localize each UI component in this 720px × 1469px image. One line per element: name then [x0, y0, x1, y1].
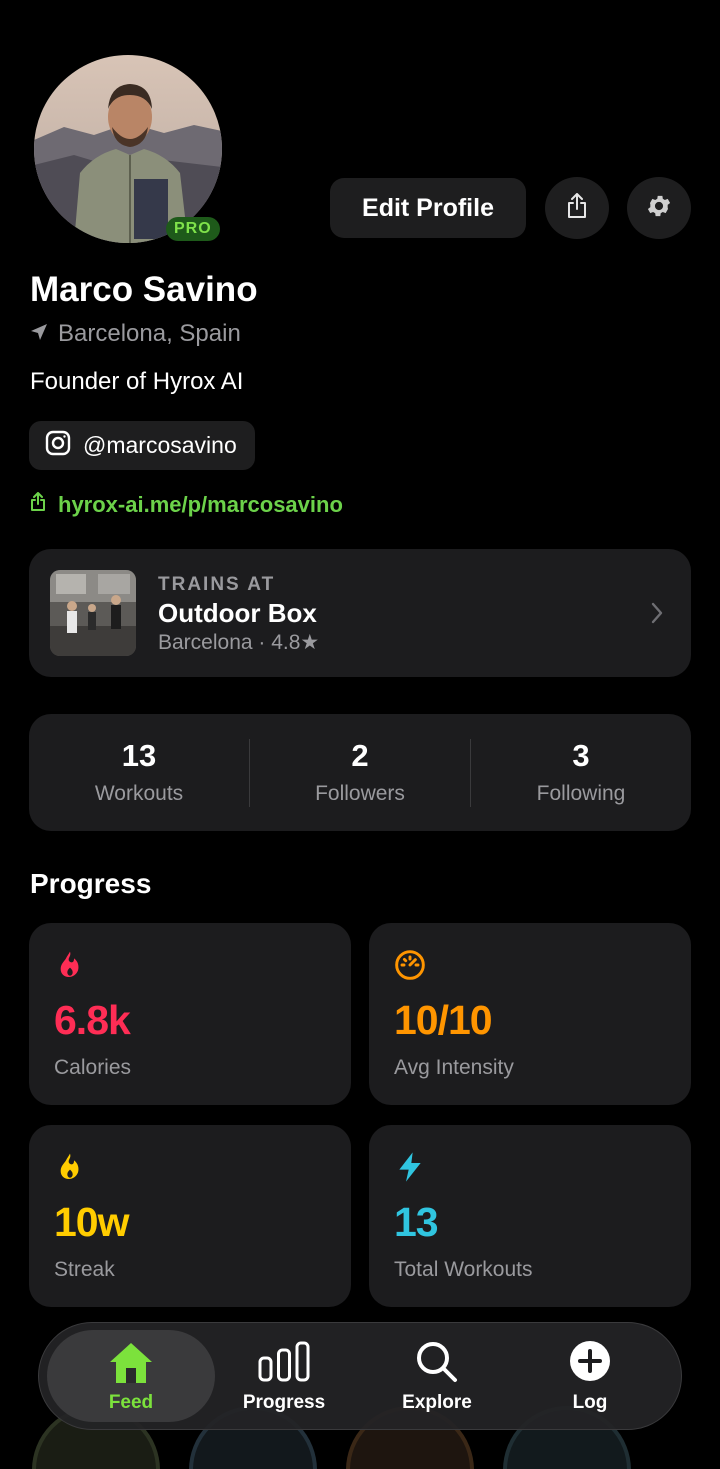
stats-card: 13 Workouts 2 Followers 3 Following: [29, 714, 691, 831]
tab-label: Progress: [242, 1392, 326, 1413]
tab-progress[interactable]: Progress: [209, 1323, 359, 1431]
metric-card-intensity[interactable]: 10/10 Avg Intensity: [369, 923, 691, 1105]
settings-button[interactable]: [627, 177, 691, 239]
metric-label: Calories: [54, 1056, 132, 1079]
metric-value: 10/10: [394, 997, 493, 1043]
gym-name: Outdoor Box: [158, 598, 317, 628]
location-arrow-icon: [30, 320, 48, 348]
metric-value: 10w: [54, 1199, 129, 1245]
gym-kicker: TRAINS AT: [158, 574, 276, 595]
profile-bio: Founder of Hyrox AI: [30, 368, 244, 395]
stat-label: Workouts: [94, 782, 184, 805]
metric-value: 13: [394, 1199, 439, 1245]
progress-section-title: Progress: [30, 868, 152, 899]
instagram-handle-button[interactable]: @marcosavino: [29, 421, 255, 470]
bar-chart-icon: [257, 1340, 311, 1387]
share-link-icon: [30, 492, 46, 518]
profile-avatar[interactable]: [34, 55, 222, 243]
bolt-icon: [394, 1151, 426, 1183]
home-icon: [107, 1340, 155, 1391]
tab-log[interactable]: Log: [515, 1323, 665, 1431]
flame-icon: [54, 1151, 86, 1183]
metric-card-streak[interactable]: 10w Streak: [29, 1125, 351, 1307]
instagram-handle: @marcosavino: [83, 432, 237, 458]
location-text: Barcelona, Spain: [58, 320, 241, 347]
bottom-tab-bar: Feed Progress Explore Log: [38, 1322, 682, 1430]
stat-workouts[interactable]: 13 Workouts: [29, 714, 249, 831]
speedometer-icon: [394, 949, 426, 981]
gym-thumbnail: [50, 570, 136, 656]
profile-link-text: hyrox-ai.me/p/marcosavino: [58, 492, 343, 517]
pro-badge: PRO: [166, 217, 220, 241]
metric-card-total-workouts[interactable]: 13 Total Workouts: [369, 1125, 691, 1307]
profile-link[interactable]: hyrox-ai.me/p/marcosavino: [30, 492, 343, 518]
stat-value: 13: [121, 738, 157, 773]
stat-value: 2: [351, 738, 369, 773]
gym-meta: Barcelona · 4.8★: [158, 631, 320, 654]
profile-location: Barcelona, Spain: [30, 320, 241, 348]
plus-circle-icon: [569, 1340, 611, 1387]
tab-label: Feed: [108, 1392, 154, 1413]
tab-explore[interactable]: Explore: [362, 1323, 512, 1431]
metric-label: Avg Intensity: [394, 1056, 514, 1079]
flame-icon: [54, 949, 86, 981]
stat-followers[interactable]: 2 Followers: [250, 714, 470, 831]
profile-name: Marco Savino: [30, 270, 258, 309]
stat-label: Following: [536, 782, 626, 805]
share-button[interactable]: [545, 177, 609, 239]
metric-label: Streak: [54, 1258, 115, 1281]
metric-value: 6.8k: [54, 997, 131, 1043]
metric-card-calories[interactable]: 6.8k Calories: [29, 923, 351, 1105]
avatar: [34, 55, 222, 243]
edit-profile-button[interactable]: Edit Profile: [330, 178, 526, 238]
chevron-right-icon: [650, 600, 664, 631]
instagram-icon: [45, 430, 71, 462]
metric-label: Total Workouts: [394, 1258, 533, 1281]
gear-icon: [645, 192, 673, 225]
tab-feed[interactable]: Feed: [56, 1323, 206, 1431]
gym-card[interactable]: [29, 549, 691, 677]
tab-label: Log: [572, 1392, 608, 1413]
share-icon: [566, 192, 588, 224]
search-icon: [415, 1340, 459, 1389]
stat-following[interactable]: 3 Following: [471, 714, 691, 831]
tab-label: Explore: [402, 1392, 472, 1413]
stat-label: Followers: [315, 782, 405, 805]
stat-value: 3: [572, 738, 590, 773]
